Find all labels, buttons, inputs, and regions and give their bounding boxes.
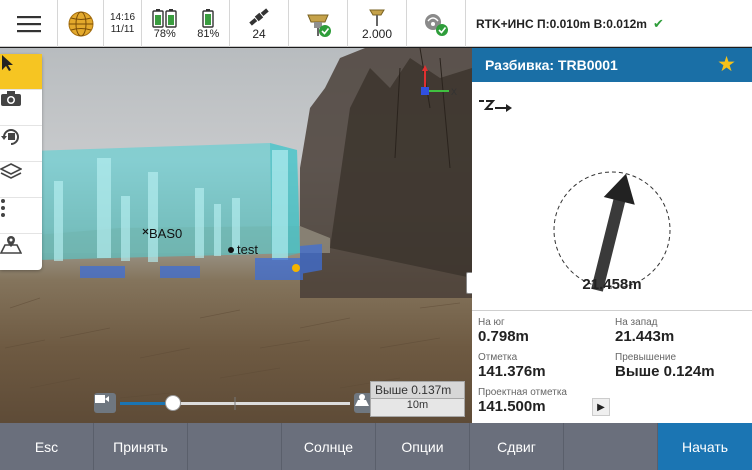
- camera-view[interactable]: X BAS0 test Выше 0.137m 10m: [0, 48, 472, 423]
- stakeout-readouts: На юг 0.798m На запад 21.443m Отметка 14…: [472, 310, 752, 423]
- rtk-status-text: RTK+ИНС П:0.010m В:0.012m: [476, 16, 647, 31]
- battery-1-value: 78%: [153, 27, 176, 40]
- menu-icon: [16, 15, 41, 32]
- globe-button[interactable]: [58, 0, 104, 47]
- design-elevation-value: 141.500m: [478, 398, 546, 415]
- radio-status[interactable]: [407, 0, 466, 47]
- empty-softkey-2[interactable]: [564, 423, 658, 470]
- softkey-bar: Esc Принять Солнце Опции Сдвиг Начать: [0, 423, 752, 470]
- battery-status[interactable]: 78% 81%: [142, 0, 230, 47]
- more-vertical-icon: [1, 199, 5, 217]
- direction-compass: [553, 171, 671, 292]
- elevation-label: Отметка: [478, 352, 518, 363]
- map-pin-icon: [0, 236, 22, 254]
- panel-header: Разбивка: TRB0001 ★: [472, 48, 752, 82]
- south-value: 0.798m: [478, 328, 529, 345]
- readout-elevation: Отметка 141.376m: [478, 352, 546, 380]
- west-label: На запад: [615, 317, 658, 328]
- camera-tool-button[interactable]: [0, 90, 42, 126]
- point-label-test[interactable]: test: [237, 242, 258, 257]
- readout-excess: Превышение Выше 0.124m: [615, 352, 715, 380]
- excess-value: Выше 0.124m: [615, 363, 715, 380]
- distance-to-target: 21.458m: [582, 276, 642, 293]
- antenna-height: 2.000: [361, 26, 393, 41]
- play-right-icon: ▶: [597, 401, 605, 413]
- panel-title: Разбивка: TRB0001: [485, 57, 618, 73]
- south-label: На юг: [478, 317, 505, 328]
- excess-label: Превышение: [615, 352, 677, 363]
- battery-icon: [152, 8, 177, 28]
- transparency-slider[interactable]: [94, 393, 376, 415]
- point-label-base[interactable]: BAS0: [149, 226, 182, 241]
- map-tool-button[interactable]: [0, 234, 42, 270]
- scale-indicator: Выше 0.137m 10m: [370, 381, 465, 419]
- height-delta-text: Выше 0.137m: [370, 381, 465, 399]
- next-page-button[interactable]: ▶: [592, 398, 610, 416]
- readout-south: На юг 0.798m: [478, 317, 529, 345]
- antenna-icon: [369, 9, 385, 26]
- accept-button[interactable]: Принять: [94, 423, 188, 470]
- checkmark-icon: ✔: [652, 15, 664, 31]
- clock: 14:16 11/11: [104, 0, 142, 47]
- readout-west: На запад 21.443m: [615, 317, 674, 345]
- svg-text:X: X: [451, 87, 457, 97]
- slider-handle[interactable]: [165, 395, 181, 411]
- select-tool-button[interactable]: [0, 54, 42, 90]
- receiver-status[interactable]: [289, 0, 348, 47]
- start-button[interactable]: Начать: [658, 423, 752, 470]
- navigation-view: 21.458m: [472, 82, 752, 310]
- radio-icon: [425, 13, 448, 36]
- readout-design-elevation: Проектная отметка 141.500m: [478, 387, 567, 415]
- status-bar: 14:16 11/11 78% 81% 24 2.000 RTK+ИНС П:0…: [0, 0, 752, 47]
- receiver-icon: [307, 14, 331, 37]
- direction-arrow-icon: [591, 173, 635, 292]
- battery-icon: [202, 8, 214, 28]
- stakeout-panel: Разбивка: TRB0001 ★ 21.458m На юг 0.798m…: [472, 48, 752, 423]
- battery-2-value: 81%: [197, 27, 220, 40]
- satellite-icon: [249, 7, 269, 26]
- scale-distance-text: 10m: [370, 399, 465, 417]
- favorite-star-icon[interactable]: ★: [717, 54, 736, 75]
- north-direction-icon: [479, 100, 512, 112]
- cursor-icon: [2, 55, 13, 71]
- battery-1: 78%: [152, 8, 178, 40]
- globe-icon: [68, 11, 93, 36]
- time-text: 14:16: [109, 11, 136, 23]
- sun-button[interactable]: Солнце: [282, 423, 376, 470]
- battery-2: 81%: [197, 8, 219, 40]
- antenna-status[interactable]: 2.000: [348, 0, 407, 47]
- elevation-value: 141.376m: [478, 363, 546, 380]
- rotate-view-icon: [1, 129, 19, 145]
- menu-button[interactable]: [0, 0, 58, 47]
- esc-button[interactable]: Esc: [0, 423, 94, 470]
- rtk-status[interactable]: RTK+ИНС П:0.010m В:0.012m ✔: [466, 0, 752, 47]
- shift-button[interactable]: Сдвиг: [470, 423, 564, 470]
- scene: X: [0, 48, 472, 410]
- view-toolbar: [0, 54, 42, 270]
- rotate-tool-button[interactable]: [0, 126, 42, 162]
- empty-softkey[interactable]: [188, 423, 282, 470]
- design-elevation-label: Проектная отметка: [478, 387, 567, 398]
- layers-tool-button[interactable]: [0, 162, 42, 198]
- west-value: 21.443m: [615, 328, 675, 345]
- more-tools-button[interactable]: [0, 198, 42, 234]
- layers-icon: [0, 163, 22, 179]
- satellite-status[interactable]: 24: [230, 0, 289, 47]
- video-icon[interactable]: [94, 393, 116, 413]
- date-text: 11/11: [110, 23, 135, 35]
- options-button[interactable]: Опции: [376, 423, 470, 470]
- camera-icon: [1, 91, 21, 106]
- satellite-count: 24: [252, 26, 266, 41]
